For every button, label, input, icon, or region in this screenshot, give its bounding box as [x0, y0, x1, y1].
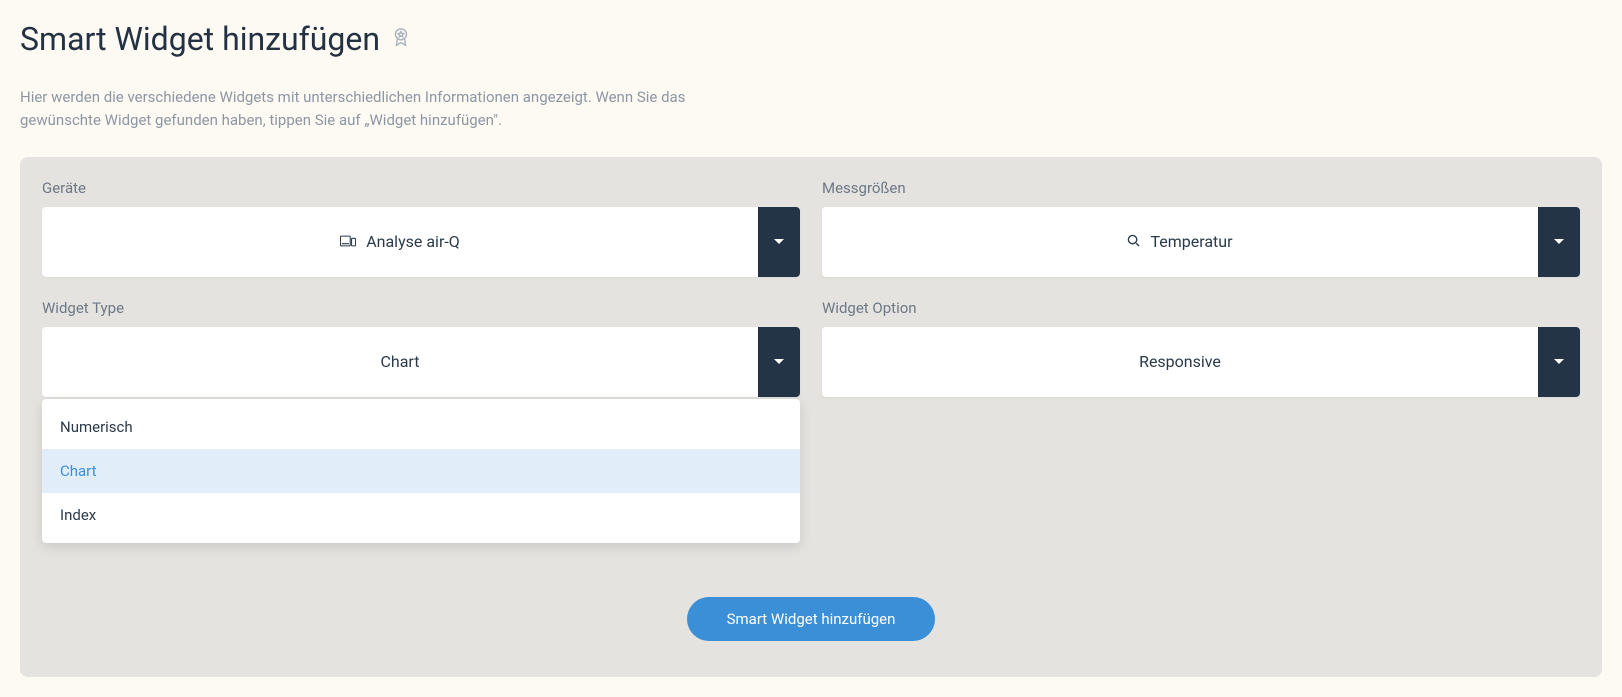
widget-type-option[interactable]: Index: [42, 493, 800, 537]
field-widget-option: Widget Option Responsive: [822, 299, 1580, 397]
widget-type-select[interactable]: Chart: [42, 327, 800, 397]
field-widget-type: Widget Type Chart NumerischChartIndex: [42, 299, 800, 397]
widget-option-value-text: Responsive: [1139, 352, 1221, 371]
devices-label: Geräte: [42, 179, 800, 197]
field-devices: Geräte Analyse air-Q: [42, 179, 800, 277]
widget-type-label: Widget Type: [42, 299, 800, 317]
widget-type-value-text: Chart: [381, 352, 420, 371]
search-icon: [1127, 232, 1140, 251]
add-widget-button[interactable]: Smart Widget hinzufügen: [687, 597, 936, 641]
widget-type-toggle[interactable]: [758, 327, 800, 397]
widget-option-toggle[interactable]: [1538, 327, 1580, 397]
widget-option-label: Widget Option: [822, 299, 1580, 317]
caret-down-icon: [774, 239, 784, 244]
devices-value-text: Analyse air-Q: [366, 232, 460, 251]
widget-option-select-value: Responsive: [822, 327, 1538, 397]
devices-select[interactable]: Analyse air-Q: [42, 207, 800, 277]
field-measurements: Messgrößen Temperatur: [822, 179, 1580, 277]
devices-toggle[interactable]: [758, 207, 800, 277]
measurements-label: Messgrößen: [822, 179, 1580, 197]
widget-option-select[interactable]: Responsive: [822, 327, 1580, 397]
widget-type-select-value: Chart: [42, 327, 758, 397]
measurements-toggle[interactable]: [1538, 207, 1580, 277]
widget-type-option[interactable]: Chart: [42, 449, 800, 493]
caret-down-icon: [774, 359, 784, 364]
page-description: Hier werden die verschiedene Widgets mit…: [20, 86, 740, 133]
measurements-select[interactable]: Temperatur: [822, 207, 1580, 277]
config-panel: Geräte Analyse air-Q: [20, 157, 1602, 677]
measurements-value-text: Temperatur: [1150, 232, 1232, 251]
device-icon: [340, 232, 356, 251]
caret-down-icon: [1554, 359, 1564, 364]
widget-type-dropdown: NumerischChartIndex: [42, 399, 800, 543]
badge-icon: [390, 26, 412, 52]
page-title: Smart Widget hinzufügen: [20, 20, 380, 58]
devices-select-value: Analyse air-Q: [42, 207, 758, 277]
measurements-select-value: Temperatur: [822, 207, 1538, 277]
caret-down-icon: [1554, 239, 1564, 244]
widget-type-option[interactable]: Numerisch: [42, 405, 800, 449]
